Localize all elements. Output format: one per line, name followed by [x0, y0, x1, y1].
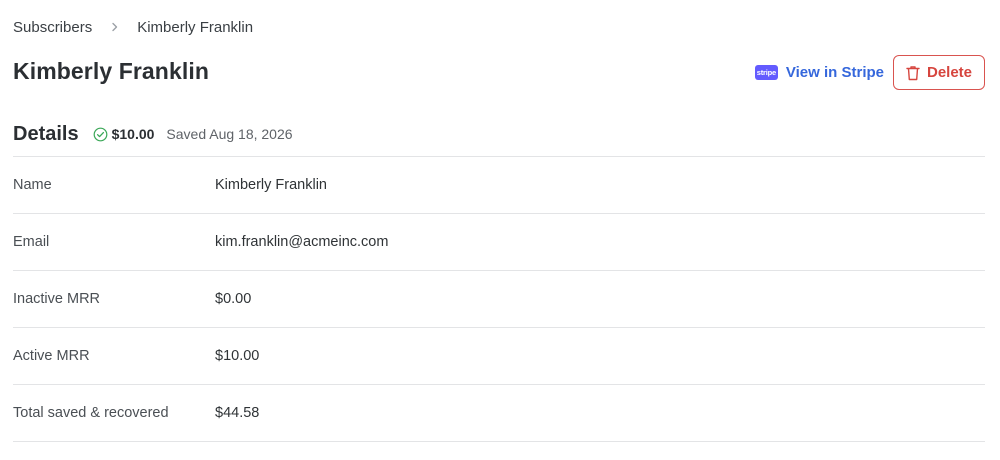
- check-circle-icon: [93, 127, 108, 142]
- detail-value: Kimberly Franklin: [215, 177, 327, 193]
- detail-label: Name: [13, 177, 52, 193]
- trash-icon: [906, 65, 920, 81]
- delete-label: Delete: [926, 64, 973, 81]
- detail-row-inactive-mrr: Inactive MRR $0.00: [13, 271, 985, 328]
- detail-value: $0.00: [215, 291, 252, 307]
- chevron-right-icon: [111, 22, 119, 32]
- detail-label: Total saved & recovered: [13, 405, 169, 421]
- detail-value: $44.58: [215, 405, 260, 421]
- view-in-stripe-link[interactable]: stripe View in Stripe: [754, 64, 884, 81]
- details-amount: $10.00: [111, 126, 155, 142]
- breadcrumb: Subscribers Kimberly Franklin: [13, 16, 253, 38]
- detail-label: Inactive MRR: [13, 291, 101, 307]
- detail-row-email: Email kim.franklin@acmeinc.com: [13, 214, 985, 271]
- details-header: Details $10.00 Saved Aug 18, 2026: [13, 120, 293, 148]
- detail-row-total-saved: Total saved & recovered $44.58: [13, 385, 985, 442]
- details-title: Details: [13, 122, 79, 145]
- breadcrumb-subscribers-link[interactable]: Subscribers: [13, 19, 92, 36]
- detail-value: $10.00: [215, 348, 260, 364]
- details-saved-text: Saved Aug 18, 2026: [166, 126, 293, 142]
- detail-value: kim.franklin@acmeinc.com: [215, 234, 389, 250]
- view-in-stripe-label: View in Stripe: [785, 64, 884, 81]
- delete-button[interactable]: Delete: [893, 55, 985, 90]
- stripe-logo-icon: stripe: [754, 65, 778, 80]
- breadcrumb-current: Kimberly Franklin: [137, 18, 254, 36]
- detail-label: Email: [13, 234, 50, 250]
- header-actions: stripe View in Stripe Delete: [754, 55, 985, 90]
- detail-row-name: Name Kimberly Franklin: [13, 157, 985, 214]
- page-title: Kimberly Franklin: [13, 58, 209, 84]
- detail-row-active-mrr: Active MRR $10.00: [13, 328, 985, 385]
- detail-label: Active MRR: [13, 348, 90, 364]
- details-table: Name Kimberly Franklin Email kim.frankli…: [13, 156, 985, 442]
